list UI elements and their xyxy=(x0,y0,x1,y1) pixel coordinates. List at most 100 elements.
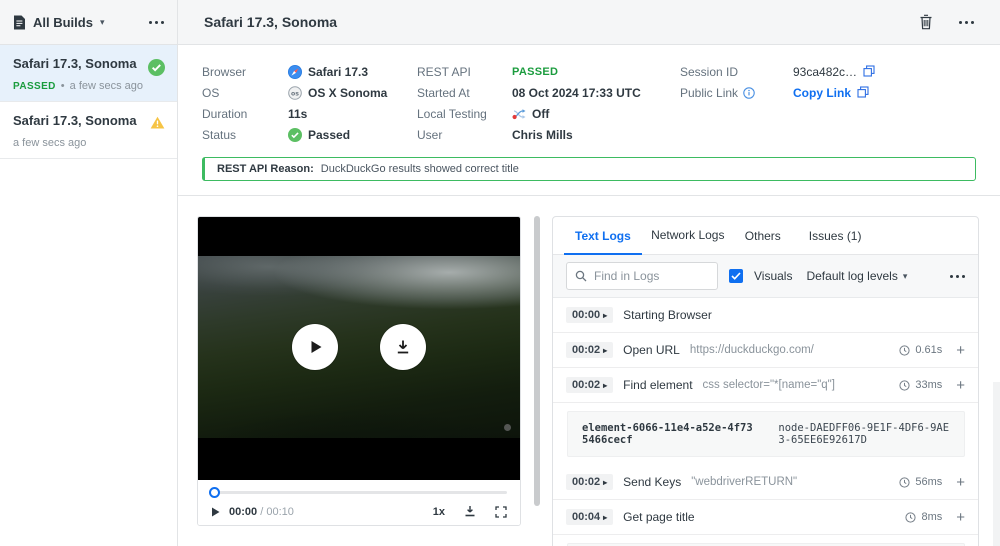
log-action: Starting Browser xyxy=(623,308,712,322)
log-action: Find element xyxy=(623,378,692,392)
banner-text: DuckDuckGo results showed correct title xyxy=(321,163,519,175)
session-title: Safari 17.3, Sonoma xyxy=(204,14,337,30)
camera-watermark-icon xyxy=(504,424,511,431)
logs-tabs: Text Logs Network Logs Others Issues (1) xyxy=(553,217,978,255)
log-timestamp-chip[interactable]: 00:00▸ xyxy=(566,307,613,323)
search-input[interactable] xyxy=(566,262,718,290)
meta-label: OS xyxy=(202,86,288,100)
log-duration: 0.61s xyxy=(915,344,942,356)
clock-icon xyxy=(905,512,916,523)
builds-overflow-menu-icon[interactable] xyxy=(149,21,164,24)
os-icon: os xyxy=(288,86,302,100)
expand-plus-button[interactable]: + xyxy=(956,510,965,525)
document-icon xyxy=(13,15,26,30)
chevron-down-icon: ▾ xyxy=(100,17,105,28)
log-row[interactable]: 00:02▸ Open URL https://duckduckgo.com/ … xyxy=(553,333,978,368)
log-detail: css selector="*[name="q"] xyxy=(703,379,835,391)
build-title: Safari 17.3, Sonoma xyxy=(13,113,143,128)
meta-label: Session ID xyxy=(680,65,793,79)
banner-label: REST API Reason: xyxy=(217,163,314,175)
visuals-checkbox[interactable] xyxy=(729,269,743,283)
clock-icon xyxy=(899,380,910,391)
copy-icon[interactable] xyxy=(863,65,875,78)
download-icon[interactable] xyxy=(464,505,476,518)
session-header: Safari 17.3, Sonoma xyxy=(178,0,1000,45)
local-testing-icon xyxy=(512,108,526,120)
log-timestamp-chip[interactable]: 00:02▸ xyxy=(566,377,613,393)
video-play-button[interactable] xyxy=(292,324,338,370)
clock-icon xyxy=(899,345,910,356)
safari-icon xyxy=(288,65,302,79)
meta-label: Browser xyxy=(202,65,288,79)
log-timestamp-chip[interactable]: 00:02▸ xyxy=(566,342,613,358)
log-duration: 33ms xyxy=(915,379,942,391)
tab-issues[interactable]: Issues (1) xyxy=(795,217,876,254)
session-detail-pane: Safari 17.3, Sonoma Browser Safari 17.3 … xyxy=(178,0,1000,546)
build-list-item-warning[interactable]: Safari 17.3, Sonoma a few secs ago xyxy=(0,102,177,159)
build-time: a few secs ago xyxy=(70,80,143,92)
expand-arrow-icon: ▸ xyxy=(603,478,607,487)
video-screen[interactable] xyxy=(198,217,520,480)
build-status-label: PASSED xyxy=(13,81,56,92)
meta-label: Status xyxy=(202,128,288,142)
log-timestamp-chip[interactable]: 00:04▸ xyxy=(566,509,613,525)
copy-link-button[interactable]: Copy Link xyxy=(793,86,851,100)
logs-filter-bar: Visuals Default log levels▾ xyxy=(553,255,978,298)
play-icon[interactable] xyxy=(211,507,220,517)
meta-label: Local Testing xyxy=(417,107,512,121)
log-levels-dropdown[interactable]: Default log levels▾ xyxy=(806,269,907,283)
log-row[interactable]: 00:02▸ Send Keys "webdriverRETURN" 56ms … xyxy=(553,465,978,500)
check-circle-icon xyxy=(148,59,165,76)
meta-label: Public Link xyxy=(680,86,738,100)
node-id-value: node-DAEDFF06-9E1F-4DF6-9AE3-65EE6E92617… xyxy=(778,422,950,446)
log-action: Send Keys xyxy=(623,475,681,489)
logs-overflow-menu-icon[interactable] xyxy=(950,275,965,278)
builds-dropdown-label[interactable]: All Builds xyxy=(33,15,93,30)
log-row[interactable]: 00:04▸ Get page title 8ms + xyxy=(553,500,978,535)
play-icon xyxy=(306,338,324,356)
search-icon xyxy=(575,270,587,282)
expand-arrow-icon: ▸ xyxy=(603,513,607,522)
session-overflow-menu-icon[interactable] xyxy=(959,21,974,24)
build-list-item-passed[interactable]: Safari 17.3, Sonoma PASSED • a few secs … xyxy=(0,45,177,102)
tab-text-logs[interactable]: Text Logs xyxy=(561,217,645,254)
tab-network-logs[interactable]: Network Logs xyxy=(645,217,731,254)
element-id-value: element-6066-11e4-a52e-4f735466cecf xyxy=(582,422,756,446)
video-seek-bar[interactable] xyxy=(211,491,507,494)
clock-icon xyxy=(899,477,910,488)
meta-label: REST API xyxy=(417,65,512,79)
info-icon[interactable] xyxy=(743,87,755,99)
session-content: 00:00 / 00:10 1x Text Logs Network Logs … xyxy=(178,196,1000,546)
video-player-card: 00:00 / 00:10 1x xyxy=(197,216,521,526)
meta-label: Started At xyxy=(417,86,512,100)
log-action: Get page title xyxy=(623,510,694,524)
page-scrollbar[interactable] xyxy=(993,382,1000,546)
log-row[interactable]: 00:02▸ Find element css selector="*[name… xyxy=(553,368,978,403)
expand-plus-button[interactable]: + xyxy=(956,475,965,490)
tab-others[interactable]: Others xyxy=(731,217,795,254)
trash-icon[interactable] xyxy=(919,14,933,30)
expand-arrow-icon: ▸ xyxy=(603,311,607,320)
video-current-time: 00:00 xyxy=(229,506,257,518)
fullscreen-icon[interactable] xyxy=(495,506,507,518)
download-icon xyxy=(394,338,412,356)
session-id-value: 93ca482c… xyxy=(793,65,857,79)
content-scrollbar[interactable] xyxy=(534,216,540,506)
visuals-label: Visuals xyxy=(754,269,792,283)
expand-arrow-icon: ▸ xyxy=(603,381,607,390)
svg-text:os: os xyxy=(291,90,299,97)
builds-header[interactable]: All Builds ▾ xyxy=(0,0,177,45)
log-duration: 8ms xyxy=(921,511,942,523)
expand-plus-button[interactable]: + xyxy=(956,378,965,393)
seek-thumb[interactable] xyxy=(209,487,220,498)
expand-plus-button[interactable]: + xyxy=(956,343,965,358)
check-circle-icon xyxy=(288,128,302,142)
element-result-block: element-6066-11e4-a52e-4f735466cecf node… xyxy=(567,411,965,457)
status-value: Passed xyxy=(308,128,350,142)
log-timestamp-chip[interactable]: 00:02▸ xyxy=(566,474,613,490)
playback-speed-button[interactable]: 1x xyxy=(433,506,445,518)
expand-arrow-icon: ▸ xyxy=(603,346,607,355)
copy-icon[interactable] xyxy=(857,86,869,99)
video-download-button[interactable] xyxy=(380,324,426,370)
log-row[interactable]: 00:00▸ Starting Browser xyxy=(553,298,978,333)
